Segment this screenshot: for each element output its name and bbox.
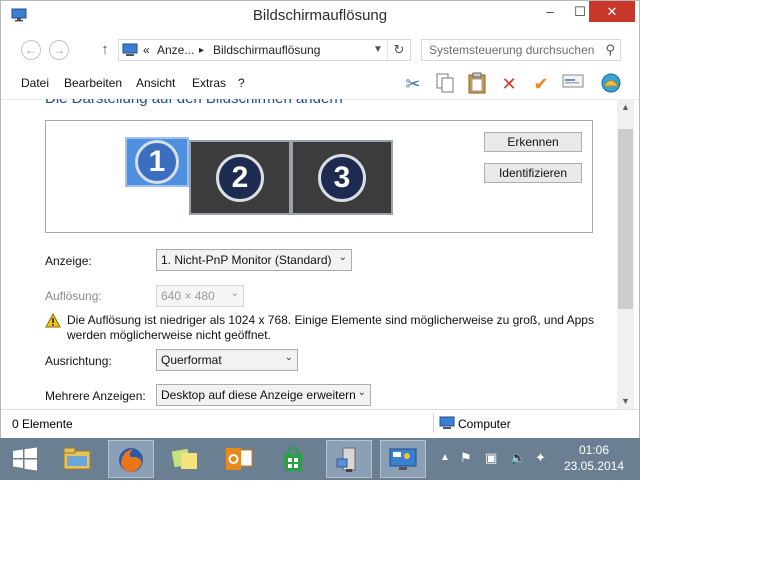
scissors-icon[interactable]: ✂	[401, 72, 425, 96]
monitor-2[interactable]: 2	[189, 140, 291, 215]
resolution-label: Auflösung:	[45, 289, 102, 303]
display-select-value: 1. Nicht-PnP Monitor (Standard)	[161, 253, 332, 267]
chevron-down-icon: ⌄	[357, 387, 366, 398]
clock-time: 01:06	[578, 443, 610, 457]
warning-line-1: Die Auflösung ist niedriger als 1024 x 7…	[67, 313, 594, 327]
display-select[interactable]: 1. Nicht-PnP Monitor (Standard) ⌄	[156, 249, 352, 271]
checkmark-icon[interactable]: ✔	[529, 72, 553, 96]
refresh-icon[interactable]: ↻	[387, 40, 410, 60]
resolution-warning: Die Auflösung ist niedriger als 1024 x 7…	[67, 313, 597, 343]
vertical-scrollbar[interactable]: ▲ ▼	[617, 99, 634, 409]
detect-button[interactable]: Erkennen	[484, 132, 582, 152]
search-placeholder: Systemsteuerung durchsuchen	[429, 43, 595, 57]
windows-start-icon[interactable]	[2, 440, 48, 478]
menu-help[interactable]: ?	[238, 76, 245, 90]
delete-icon[interactable]: ✕	[497, 72, 521, 96]
breadcrumb-separator[interactable]: ▸	[199, 45, 204, 56]
address-dropdown-icon[interactable]: ▼	[369, 40, 387, 60]
identify-button[interactable]: Identifizieren	[484, 163, 582, 183]
network-tray-icon[interactable]: ▣	[485, 450, 497, 466]
computer-icon	[439, 416, 455, 429]
taskbar-clock[interactable]: 01:06 23.05.2014	[558, 442, 630, 474]
chevron-down-icon: ⌄	[284, 352, 293, 363]
chevron-down-icon: ⌄	[230, 288, 239, 299]
monitor-1[interactable]: 1	[125, 137, 189, 187]
resolution-select-value: 640 × 480	[161, 289, 215, 303]
item-count: 0 Elemente	[12, 417, 73, 431]
status-location: Computer	[458, 417, 511, 431]
address-bar[interactable]: « Anze... ▸ Bildschirmauflösung ▼ ↻	[118, 39, 411, 61]
shell-icon[interactable]	[599, 72, 623, 96]
title-bar[interactable]: Bildschirmauflösung – ☐ ✕	[1, 1, 639, 32]
network-icon[interactable]	[326, 440, 372, 478]
close-button[interactable]: ✕	[589, 1, 635, 22]
navigation-bar: ← → ↑ « Anze... ▸ Bildschirmauflösung ▼ …	[1, 32, 639, 68]
breadcrumb-item-anzeige[interactable]: Anze...	[157, 43, 194, 57]
menu-extras[interactable]: Extras	[192, 76, 226, 90]
multiple-displays-select[interactable]: Desktop auf diese Anzeige erweitern ⌄	[156, 384, 371, 406]
scroll-up-icon[interactable]: ▲	[617, 99, 634, 115]
status-bar: 0 Elemente Computer	[1, 409, 639, 438]
page-heading: Die Darstellung auf den Bildschirmen änd…	[45, 99, 343, 107]
monitor-arrangement-panel: 1 2 3 Erkennen Identifizieren	[45, 120, 593, 233]
warning-line-2: werden möglicherweise nicht geöffnet.	[67, 328, 271, 342]
breadcrumb-prefix: «	[143, 43, 150, 57]
monitor-3[interactable]: 3	[291, 140, 393, 215]
copy-icon[interactable]	[433, 72, 457, 96]
menu-datei[interactable]: Datei	[21, 76, 49, 90]
file-explorer-icon[interactable]	[54, 440, 100, 478]
orientation-label: Ausrichtung:	[45, 354, 112, 368]
search-icon[interactable]: ⚲	[605, 42, 615, 58]
store-icon[interactable]	[270, 440, 316, 478]
content-area: Die Darstellung auf den Bildschirmen änd…	[1, 99, 617, 409]
back-arrow-icon[interactable]: ←	[21, 40, 41, 60]
orientation-select-value: Querformat	[161, 353, 222, 367]
menu-bar: Datei Bearbeiten Ansicht Extras ? ✂ ✕ ✔	[1, 68, 639, 100]
monitor-3-number: 3	[318, 153, 366, 202]
properties-icon[interactable]	[561, 72, 585, 96]
breadcrumb-item-resolution[interactable]: Bildschirmauflösung	[213, 43, 320, 57]
action-center-flag-icon[interactable]: ⚑	[460, 450, 472, 466]
sync-tray-icon[interactable]: ✦	[535, 450, 546, 466]
multiple-displays-select-value: Desktop auf diese Anzeige erweitern	[161, 388, 356, 402]
outlook-icon[interactable]	[216, 440, 262, 478]
warning-icon	[45, 313, 61, 328]
clock-date: 23.05.2014	[563, 459, 625, 473]
show-hidden-icons-icon[interactable]: ▲	[440, 452, 450, 463]
search-box[interactable]: Systemsteuerung durchsuchen ⚲	[421, 39, 621, 61]
forward-arrow-icon[interactable]: →	[49, 40, 69, 60]
chevron-down-icon: ⌄	[338, 252, 347, 263]
menu-bearbeiten[interactable]: Bearbeiten	[64, 76, 122, 90]
window: Bildschirmauflösung – ☐ ✕ ← → ↑ « Anze..…	[0, 0, 640, 438]
taskbar: ▲ ⚑ ▣ 🔈 ✦ 01:06 23.05.2014	[0, 438, 640, 480]
orientation-select[interactable]: Querformat ⌄	[156, 349, 298, 371]
up-arrow-icon[interactable]: ↑	[97, 40, 113, 60]
menu-ansicht[interactable]: Ansicht	[136, 76, 175, 90]
control-panel-icon[interactable]	[380, 440, 426, 478]
scrollbar-thumb[interactable]	[618, 129, 633, 309]
paste-icon[interactable]	[465, 72, 489, 96]
volume-icon[interactable]: 🔈	[510, 450, 526, 466]
scroll-down-icon[interactable]: ▼	[617, 393, 634, 409]
status-divider	[433, 413, 434, 433]
sticky-notes-icon[interactable]	[162, 440, 208, 478]
display-label: Anzeige:	[45, 254, 92, 268]
monitor-2-number: 2	[216, 153, 264, 202]
resolution-select: 640 × 480 ⌄	[156, 285, 244, 307]
monitor-1-number: 1	[135, 140, 179, 184]
multiple-displays-label: Mehrere Anzeigen:	[45, 389, 146, 403]
control-panel-icon	[122, 43, 138, 56]
firefox-icon[interactable]	[108, 440, 154, 478]
